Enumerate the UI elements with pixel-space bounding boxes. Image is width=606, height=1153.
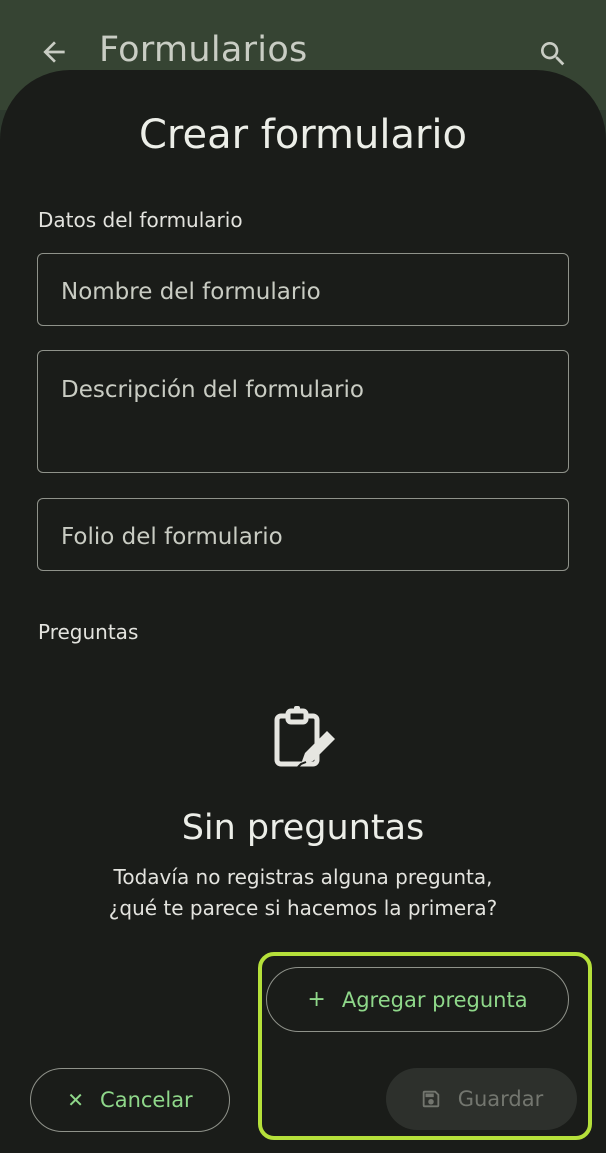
empty-state-line1: Todavía no registras alguna pregunta, [113, 865, 493, 889]
form-name-field[interactable]: Nombre del formulario [37, 253, 569, 326]
close-icon: ✕ [67, 1088, 85, 1112]
save-label: Guardar [457, 1087, 544, 1111]
form-description-placeholder: Descripción del formulario [61, 377, 364, 403]
add-question-label: Agregar pregunta [341, 987, 528, 1012]
questions-label: Preguntas [38, 620, 139, 644]
empty-state-message: Todavía no registras alguna pregunta, ¿q… [0, 862, 606, 924]
form-folio-field[interactable]: Folio del formulario [37, 498, 569, 571]
form-description-field[interactable]: Descripción del formulario [37, 350, 569, 473]
cancel-label: Cancelar [100, 1088, 193, 1112]
form-folio-placeholder: Folio del formulario [61, 524, 283, 550]
save-icon [422, 1090, 439, 1108]
form-data-label: Datos del formulario [38, 208, 243, 232]
empty-state-line2: ¿qué te parece si hacemos la primera? [108, 896, 498, 920]
page-title: Formularios [99, 30, 308, 70]
sheet-title: Crear formulario [138, 112, 468, 158]
clipboard-edit-icon [274, 706, 335, 768]
save-button[interactable]: Guardar [386, 1068, 577, 1130]
arrow-back-icon[interactable] [38, 36, 70, 68]
cancel-button[interactable]: ✕ Cancelar [30, 1068, 230, 1132]
empty-state-title: Sin preguntas [181, 808, 425, 848]
add-icon: + [307, 986, 326, 1012]
search-icon[interactable] [537, 38, 569, 70]
add-question-button[interactable]: + Agregar pregunta [266, 967, 569, 1032]
form-name-placeholder: Nombre del formulario [61, 279, 321, 305]
